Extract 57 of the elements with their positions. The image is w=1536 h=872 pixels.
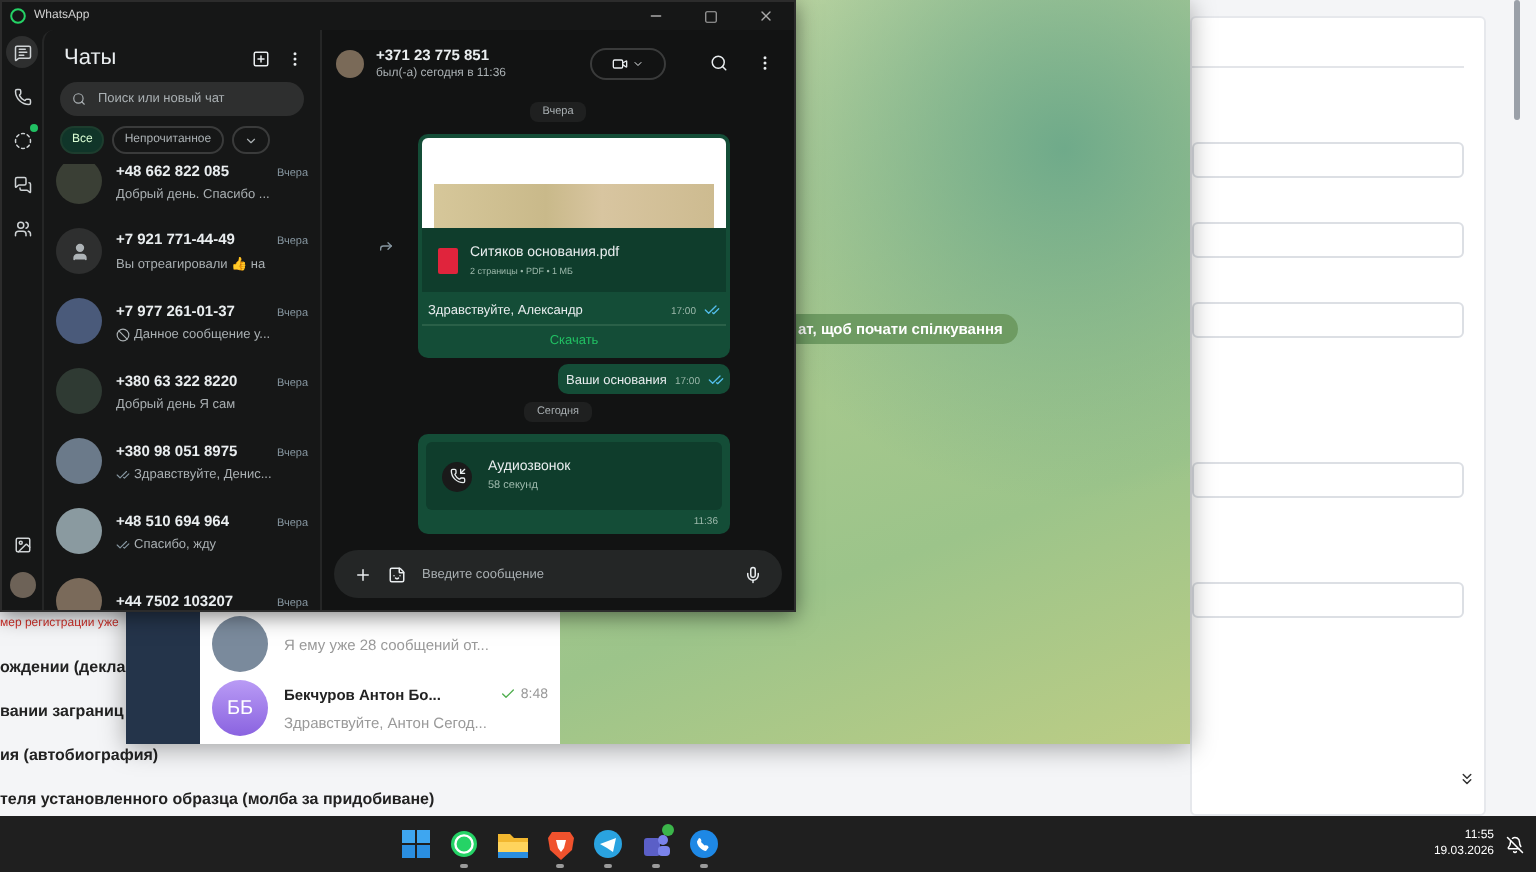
sticker-icon[interactable] [388, 565, 406, 583]
new-chat-icon[interactable] [252, 49, 270, 67]
photo-placeholder [56, 368, 102, 414]
double-check-icon [116, 467, 130, 481]
search-icon [72, 92, 86, 106]
double-check-icon [708, 372, 724, 388]
field-label: ия (автобиография) [0, 746, 159, 766]
image-icon [13, 535, 31, 553]
double-check-icon [116, 537, 130, 551]
photo-placeholder [56, 438, 102, 484]
check-icon [500, 686, 517, 702]
phone-incoming-icon [449, 468, 465, 484]
photo-placeholder [56, 508, 102, 554]
input-field[interactable] [1192, 582, 1464, 618]
paper-plane-icon [594, 830, 622, 858]
field-label: вании заграниц [0, 702, 124, 722]
search-button[interactable] [710, 54, 728, 72]
video-call-button[interactable] [590, 47, 666, 79]
prohibited-icon [116, 327, 130, 341]
plus-icon[interactable] [354, 565, 372, 583]
phone-icon [690, 830, 718, 858]
chats-icon [13, 43, 31, 61]
photo-placeholder [336, 49, 364, 77]
windows-logo-icon [402, 830, 430, 858]
photo-placeholder [56, 164, 102, 204]
shield-icon [547, 829, 573, 859]
input-field[interactable] [1192, 302, 1464, 338]
chats-title: Чаты [64, 46, 119, 70]
status-icon [13, 131, 31, 149]
video-camera-icon [612, 55, 628, 71]
forward-icon[interactable] [378, 238, 394, 254]
scrollbar-thumb[interactable] [1514, 0, 1520, 120]
maximize-icon[interactable] [704, 9, 718, 23]
person-icon [69, 241, 89, 261]
people-icon [642, 830, 670, 858]
field-label: теля установленного образца (молба за придобиване) [0, 790, 435, 810]
channels-icon [13, 175, 31, 193]
photo-placeholder [56, 298, 102, 344]
close-icon[interactable] [758, 8, 774, 24]
field-label: ождении (декла [0, 658, 126, 678]
input-field[interactable] [1192, 462, 1464, 498]
input-field[interactable] [1192, 222, 1464, 258]
phone-icon [13, 87, 31, 105]
notification-bell-icon[interactable] [1506, 835, 1524, 853]
communities-icon [13, 219, 31, 237]
chevron-down-icon [243, 133, 258, 147]
microphone-icon[interactable] [744, 565, 762, 583]
double-check-icon [704, 302, 720, 318]
double-chevron-down-icon[interactable] [1458, 770, 1476, 788]
avatar: ББ [212, 680, 268, 736]
photo-placeholder[interactable] [9, 572, 35, 598]
photo-placeholder [212, 616, 268, 672]
folder-icon [497, 831, 527, 857]
chats-button[interactable] [6, 36, 38, 68]
chevron-down-icon [632, 57, 644, 69]
search-icon [710, 54, 728, 72]
input-field[interactable] [1192, 142, 1464, 178]
